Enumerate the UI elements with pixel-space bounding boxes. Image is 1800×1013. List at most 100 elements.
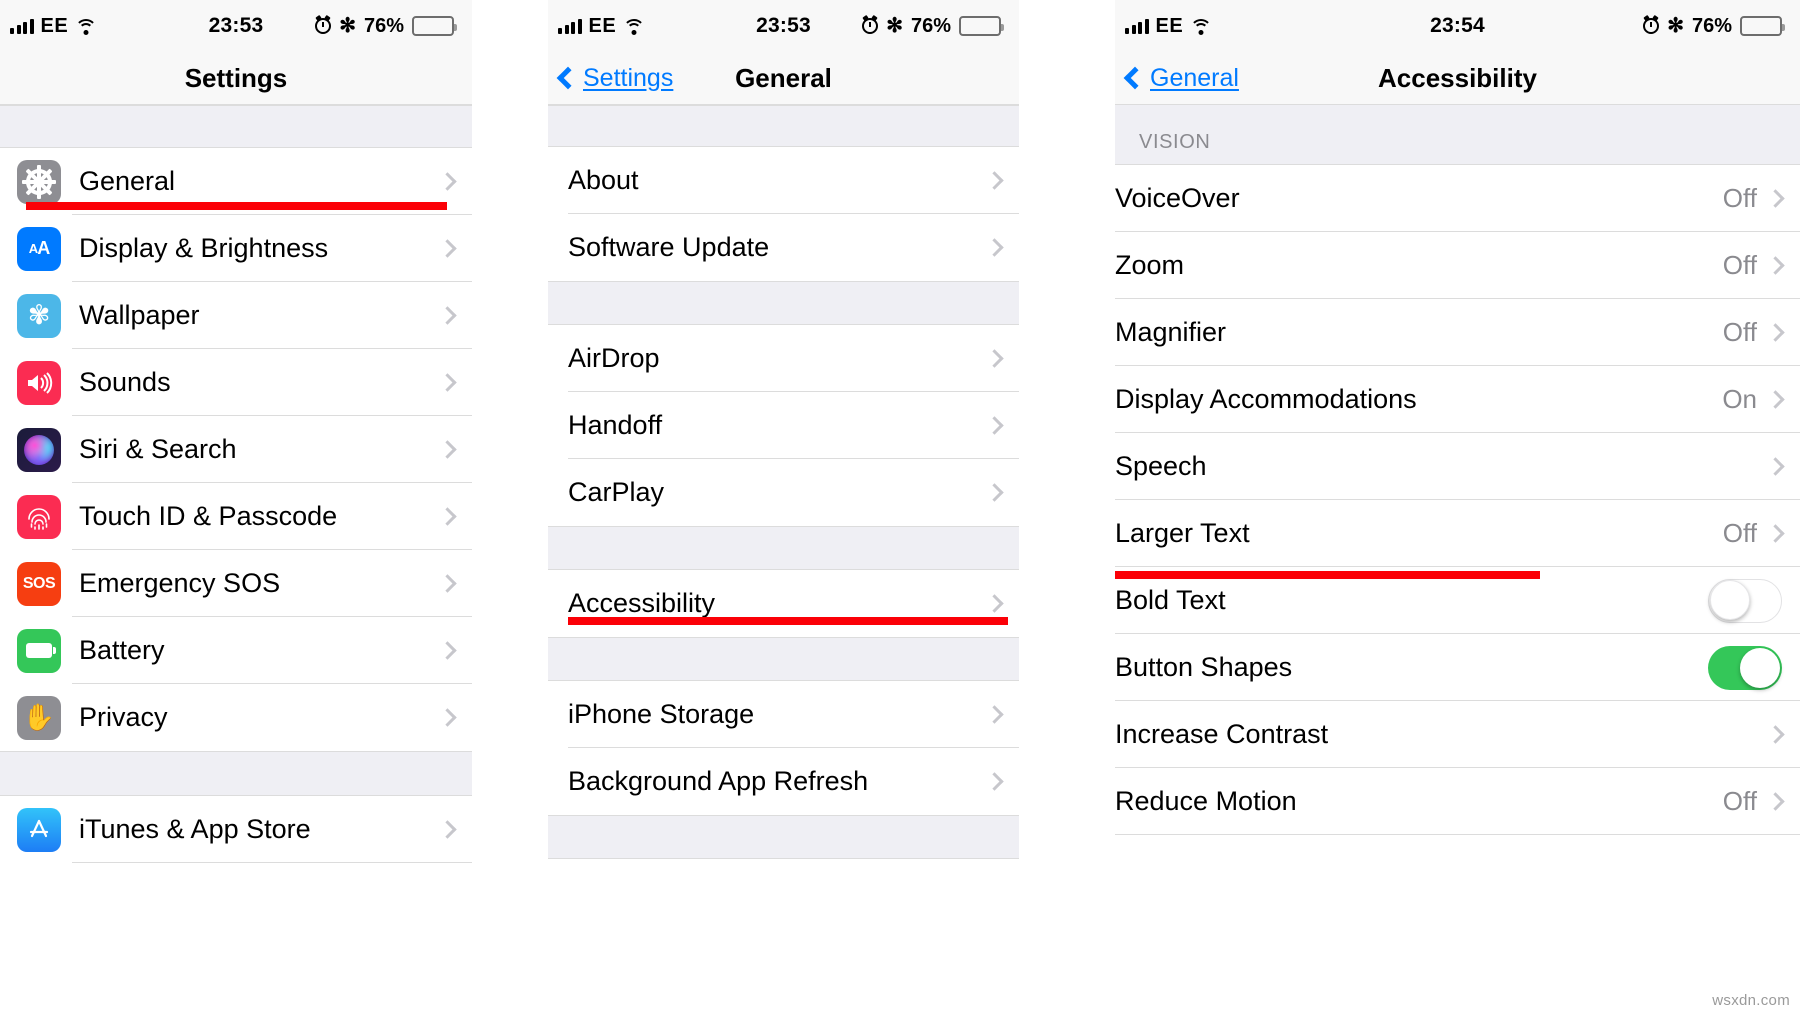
general-group-gap-2 [548,526,1019,570]
chevron-right-icon [985,483,1004,502]
battery-percent-label: 76% [363,14,404,37]
row-label: Increase Contrast [1115,719,1329,749]
chevron-right-icon [985,171,1004,190]
chevron-left-icon [1123,66,1147,90]
chevron-right-icon [985,416,1004,435]
chevron-right-icon [1766,323,1785,342]
highlight-accessibility [568,617,1008,625]
status-bar-accessibility: EE 23:54 ✻ 76% [1115,0,1800,52]
panel-accessibility: EE 23:54 ✻ 76% General Accessibility VIS… [1115,0,1800,1013]
chevron-right-icon [1766,390,1785,409]
battery-icon [17,628,61,673]
accessibility-row-larger-text[interactable]: Larger Text Off [1115,500,1800,567]
chevron-right-icon [438,440,457,459]
row-value: Off [1722,317,1757,347]
accessibility-row-magnifier[interactable]: Magnifier Off [1115,299,1800,366]
panel-settings: EE 23:53 ✻ 76% Settings General A A Disp… [0,0,472,1013]
button-shapes-toggle[interactable] [1708,645,1782,690]
row-label: Battery [79,635,165,665]
nav-bar-accessibility: General Accessibility [1115,52,1800,105]
list-top-gap [0,105,472,148]
chevron-right-icon [1766,189,1785,208]
nav-bar-settings: Settings [0,52,472,105]
row-value: On [1722,384,1757,414]
section-header-label: VISION [1139,131,1211,153]
settings-row-touch-id-passcode[interactable]: Touch ID & Passcode [0,483,472,550]
row-label: Magnifier [1115,317,1227,347]
battery-icon [959,16,1004,36]
chevron-right-icon [1766,725,1785,744]
general-group-gap-1 [548,281,1019,325]
row-label: Button Shapes [1115,652,1293,682]
general-row-iphone-storage[interactable]: iPhone Storage [548,681,1019,748]
back-button-general[interactable]: General [1115,64,1239,93]
general-row-about[interactable]: About [548,147,1019,214]
row-label: Sounds [79,367,171,397]
row-value: Off [1722,518,1757,548]
chevron-right-icon [438,820,457,839]
accessibility-row-button-shapes[interactable]: Button Shapes [1115,634,1800,701]
chevron-right-icon [1766,256,1785,275]
settings-row-privacy[interactable]: ✋ Privacy [0,684,472,751]
settings-row-sounds[interactable]: Sounds [0,349,472,416]
row-label: General [79,166,176,196]
row-label: Bold Text [1115,585,1226,615]
chevron-right-icon [438,574,457,593]
settings-row-wallpaper[interactable]: ✾ Wallpaper [0,282,472,349]
settings-row-emergency-sos[interactable]: SOS Emergency SOS [0,550,472,617]
general-row-background-app-refresh[interactable]: Background App Refresh [548,748,1019,815]
chevron-right-icon [985,705,1004,724]
watermark: wsxdn.com [1712,992,1790,1009]
list-top-gap [548,105,1019,147]
status-right: ✻ 76% [315,14,457,38]
chevron-right-icon [438,239,457,258]
accessibility-row-zoom[interactable]: Zoom Off [1115,232,1800,299]
row-label: Larger Text [1115,518,1250,548]
row-label: Wallpaper [79,300,200,330]
accessibility-row-increase-contrast[interactable]: Increase Contrast [1115,701,1800,768]
general-row-carplay[interactable]: CarPlay [548,459,1019,526]
general-row-airdrop[interactable]: AirDrop [548,325,1019,392]
chevron-right-icon [985,772,1004,791]
chevron-right-icon [438,507,457,526]
row-label: About [568,165,639,195]
battery-percent-label: 76% [910,14,951,37]
back-button-settings[interactable]: Settings [548,64,673,93]
settings-row-battery[interactable]: Battery [0,617,472,684]
siri-icon [17,427,61,472]
general-row-accessibility[interactable]: Accessibility [548,570,1019,637]
row-label: Privacy [79,702,168,732]
accessibility-row-display-accommodations[interactable]: Display Accommodations On [1115,366,1800,433]
row-label: AirDrop [568,343,660,373]
chevron-right-icon [438,172,457,191]
chevron-right-icon [438,373,457,392]
chevron-right-icon [985,238,1004,257]
page-title: Settings [184,62,288,93]
bold-text-toggle[interactable] [1708,578,1782,623]
alarm-icon [1643,18,1660,34]
settings-row-display-brightness[interactable]: AA Display & Brightness [0,215,472,282]
general-row-software-update[interactable]: Software Update [548,214,1019,281]
alarm-icon [315,18,332,34]
settings-row-itunes-app-store[interactable]: iTunes & App Store [0,796,472,863]
gear-icon [17,159,61,204]
chevron-right-icon [438,306,457,325]
chevron-right-icon [1766,524,1785,543]
nav-bar-general: Settings General [548,52,1019,105]
status-right: ✻ 76% [1643,14,1785,38]
row-label: Display & Brightness [79,233,329,263]
screenshot-board: EE 23:53 ✻ 76% Settings General A A Disp… [0,0,1800,1013]
accessibility-row-voiceover[interactable]: VoiceOver Off [1115,165,1800,232]
status-bar-settings: EE 23:53 ✻ 76% [0,0,472,52]
settings-row-siri-search[interactable]: Siri & Search [0,416,472,483]
row-label: Emergency SOS [79,568,281,598]
chevron-right-icon [1766,792,1785,811]
status-right: ✻ 76% [862,14,1004,38]
battery-icon [1740,16,1785,36]
general-row-handoff[interactable]: Handoff [548,392,1019,459]
accessibility-row-reduce-motion[interactable]: Reduce Motion Off [1115,768,1800,835]
accessibility-row-speech[interactable]: Speech [1115,433,1800,500]
battery-percent-label: 76% [1691,14,1732,37]
panel-general: EE 23:53 ✻ 76% Settings General About So… [548,0,1019,1013]
appstore-icon [17,807,61,852]
